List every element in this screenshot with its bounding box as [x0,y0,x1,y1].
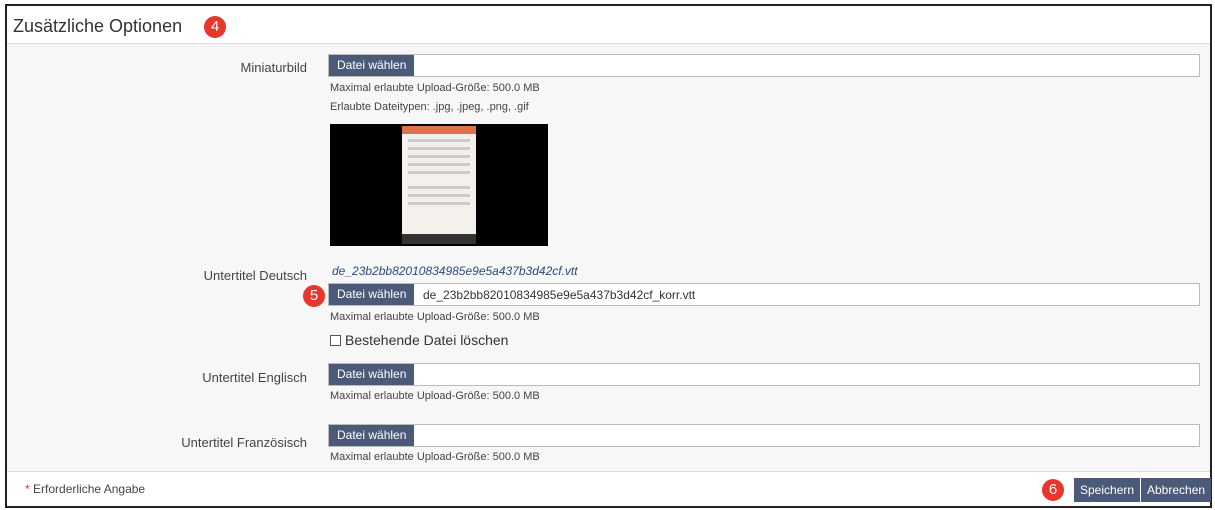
panel-title: Zusätzliche Optionen [13,16,183,36]
subtitle-en-label: Untertitel Englisch [202,370,307,385]
callout-badge-6: 6 [1042,479,1064,501]
thumbnail-file-input[interactable]: Datei wählen [328,54,1200,77]
panel-header: Zusätzliche Optionen 4 [7,6,1210,44]
required-note: * Erforderliche Angabe [25,482,145,496]
cancel-button[interactable]: Abbrechen [1141,478,1212,502]
panel-footer: * Erforderliche Angabe 6 Speichern Abbre… [7,471,1212,506]
subtitle-fr-max-size: Maximal erlaubte Upload-Größe: 500.0 MB [330,451,540,463]
subtitle-en-choose-file-button[interactable]: Datei wählen [329,364,415,385]
subtitle-fr-choose-file-button[interactable]: Datei wählen [329,425,415,446]
required-star: * [25,482,30,496]
subtitle-en-max-size: Maximal erlaubte Upload-Größe: 500.0 MB [330,390,540,402]
callout-badge-5: 5 [303,285,325,307]
subtitle-de-max-size: Maximal erlaubte Upload-Größe: 500.0 MB [330,311,540,323]
thumbnail-choose-file-button[interactable]: Datei wählen [329,55,415,76]
delete-existing-file-row[interactable]: Bestehende Datei löschen [330,332,508,348]
thumbnail-max-size: Maximal erlaubte Upload-Größe: 500.0 MB [330,82,540,94]
subtitle-fr-label: Untertitel Französisch [181,435,307,450]
subtitle-en-file-input[interactable]: Datei wählen [328,363,1200,386]
additional-options-panel: Zusätzliche Optionen 4 Miniaturbild Date… [5,4,1212,508]
subtitle-de-file-input[interactable]: Datei wählen de_23b2bb82010834985e9e5a43… [328,283,1200,306]
thumbnail-phone-screenshot [402,126,476,244]
required-text: Erforderliche Angabe [33,482,146,496]
save-button[interactable]: Speichern [1074,478,1141,502]
subtitle-de-choose-file-button[interactable]: Datei wählen [329,284,415,305]
subtitle-de-label: Untertitel Deutsch [203,268,307,283]
subtitle-de-selected-file: de_23b2bb82010834985e9e5a437b3d42cf_korr… [423,288,696,302]
subtitle-fr-file-input[interactable]: Datei wählen [328,424,1200,447]
callout-badge-4: 4 [204,16,226,38]
delete-existing-file-checkbox[interactable] [330,335,341,346]
subtitle-de-existing-file-link[interactable]: de_23b2bb82010834985e9e5a437b3d42cf.vtt [332,264,578,278]
delete-existing-file-label: Bestehende Datei löschen [345,332,509,348]
thumbnail-preview-image [330,124,548,246]
thumbnail-label: Miniaturbild [240,60,307,75]
thumbnail-allowed-types: Erlaubte Dateitypen: .jpg, .jpeg, .png, … [330,101,529,113]
